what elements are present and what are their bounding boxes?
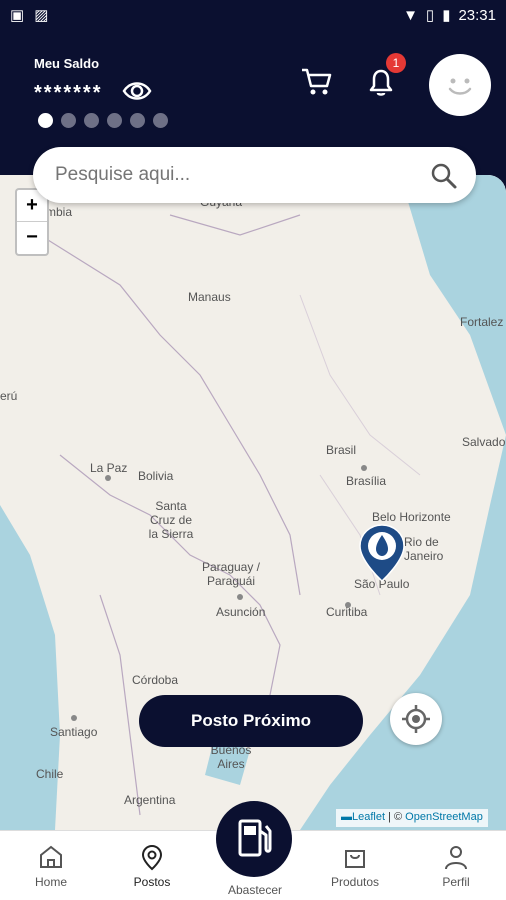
map-label: Brasil <box>326 443 357 457</box>
map-label: Salvado <box>462 435 506 449</box>
map-label: Fortalez <box>460 315 504 329</box>
map-label: Manaus <box>188 290 231 304</box>
attribution-separator: | © <box>385 811 406 823</box>
map-label: La Paz <box>90 461 128 475</box>
map-label: Belo Horizonte <box>372 510 451 524</box>
carousel-dot[interactable] <box>84 113 99 128</box>
gallery-icon: ▨ <box>34 7 49 24</box>
wifi-icon: ▼ <box>403 6 418 24</box>
location-pin-icon <box>141 844 163 871</box>
cart-icon[interactable] <box>300 66 334 98</box>
crosshair-icon <box>402 705 430 733</box>
map-label: Buenos Aires <box>210 743 252 771</box>
nav-abastecer-label: Abastecer <box>227 883 283 897</box>
nav-perfil-label: Perfil <box>442 875 470 889</box>
search-icon[interactable] <box>430 162 458 190</box>
map-label: Brasília <box>346 474 387 488</box>
nearest-station-button[interactable]: Posto Próximo <box>139 695 363 747</box>
nav-home-label: Home <box>34 875 67 889</box>
map-label: Argentina <box>124 793 176 807</box>
battery-icon: ▮ <box>442 7 451 24</box>
map-label: Curitiba <box>326 605 368 619</box>
avatar[interactable] <box>429 54 491 116</box>
abastecer-button[interactable] <box>216 801 292 877</box>
clock: 23:31 <box>458 6 496 24</box>
nav-produtos-label: Produtos <box>330 875 380 889</box>
carousel-dot[interactable] <box>130 113 145 128</box>
notification-badge: 1 <box>386 53 406 73</box>
map-label: Rio de Janeiro <box>404 535 444 563</box>
leaflet-flag-icon: ▬ <box>341 811 352 823</box>
map-label: Santa Cruz de la Sierra <box>148 499 194 541</box>
carousel-dot[interactable] <box>61 113 76 128</box>
map-label: Bolivia <box>138 469 174 483</box>
carousel-dot[interactable] <box>38 113 53 128</box>
smiley-icon <box>448 78 472 95</box>
person-icon <box>445 846 467 870</box>
map-label: Asunción <box>216 605 266 619</box>
nav-postos[interactable]: Postos <box>112 843 192 889</box>
search-bar[interactable] <box>33 147 476 203</box>
carousel-dots[interactable] <box>38 113 168 128</box>
map-attribution: ▬Leaflet | © OpenStreetMap <box>336 809 488 827</box>
leaflet-link[interactable]: Leaflet <box>352 811 385 823</box>
status-bar: ▣ ▨ ▼ ▯ ▮ 23:31 <box>0 0 506 30</box>
map-label: Chile <box>36 767 64 781</box>
map-label: Córdoba <box>132 673 179 687</box>
map-label: Paraguay / Paraguái <box>201 560 261 588</box>
osm-link[interactable]: OpenStreetMap <box>405 811 483 823</box>
nav-home[interactable]: Home <box>11 843 91 889</box>
map-label: erú <box>0 389 18 403</box>
home-icon <box>40 845 62 868</box>
nav-postos-label: Postos <box>133 875 171 889</box>
zoom-out-button[interactable]: − <box>17 222 47 254</box>
map-label: mbia <box>46 205 73 219</box>
signal-icon: ▯ <box>425 7 435 24</box>
locate-button[interactable] <box>390 693 442 745</box>
eye-icon[interactable] <box>122 78 152 104</box>
carousel-dot[interactable] <box>153 113 168 128</box>
balance-value: ******* <box>34 82 103 104</box>
map-label: Santiago <box>50 725 98 739</box>
nav-perfil[interactable]: Perfil <box>416 843 496 889</box>
nav-produtos[interactable]: Produtos <box>315 843 395 889</box>
carousel-dot[interactable] <box>107 113 122 128</box>
sim-icon: ▣ <box>10 7 25 24</box>
shopping-bag-icon <box>345 850 365 868</box>
fuel-pump-icon <box>238 819 272 857</box>
balance-label: Meu Saldo <box>34 56 100 71</box>
search-input[interactable] <box>55 164 415 186</box>
station-marker-icon[interactable] <box>358 523 406 583</box>
zoom-control: + − <box>15 188 49 256</box>
